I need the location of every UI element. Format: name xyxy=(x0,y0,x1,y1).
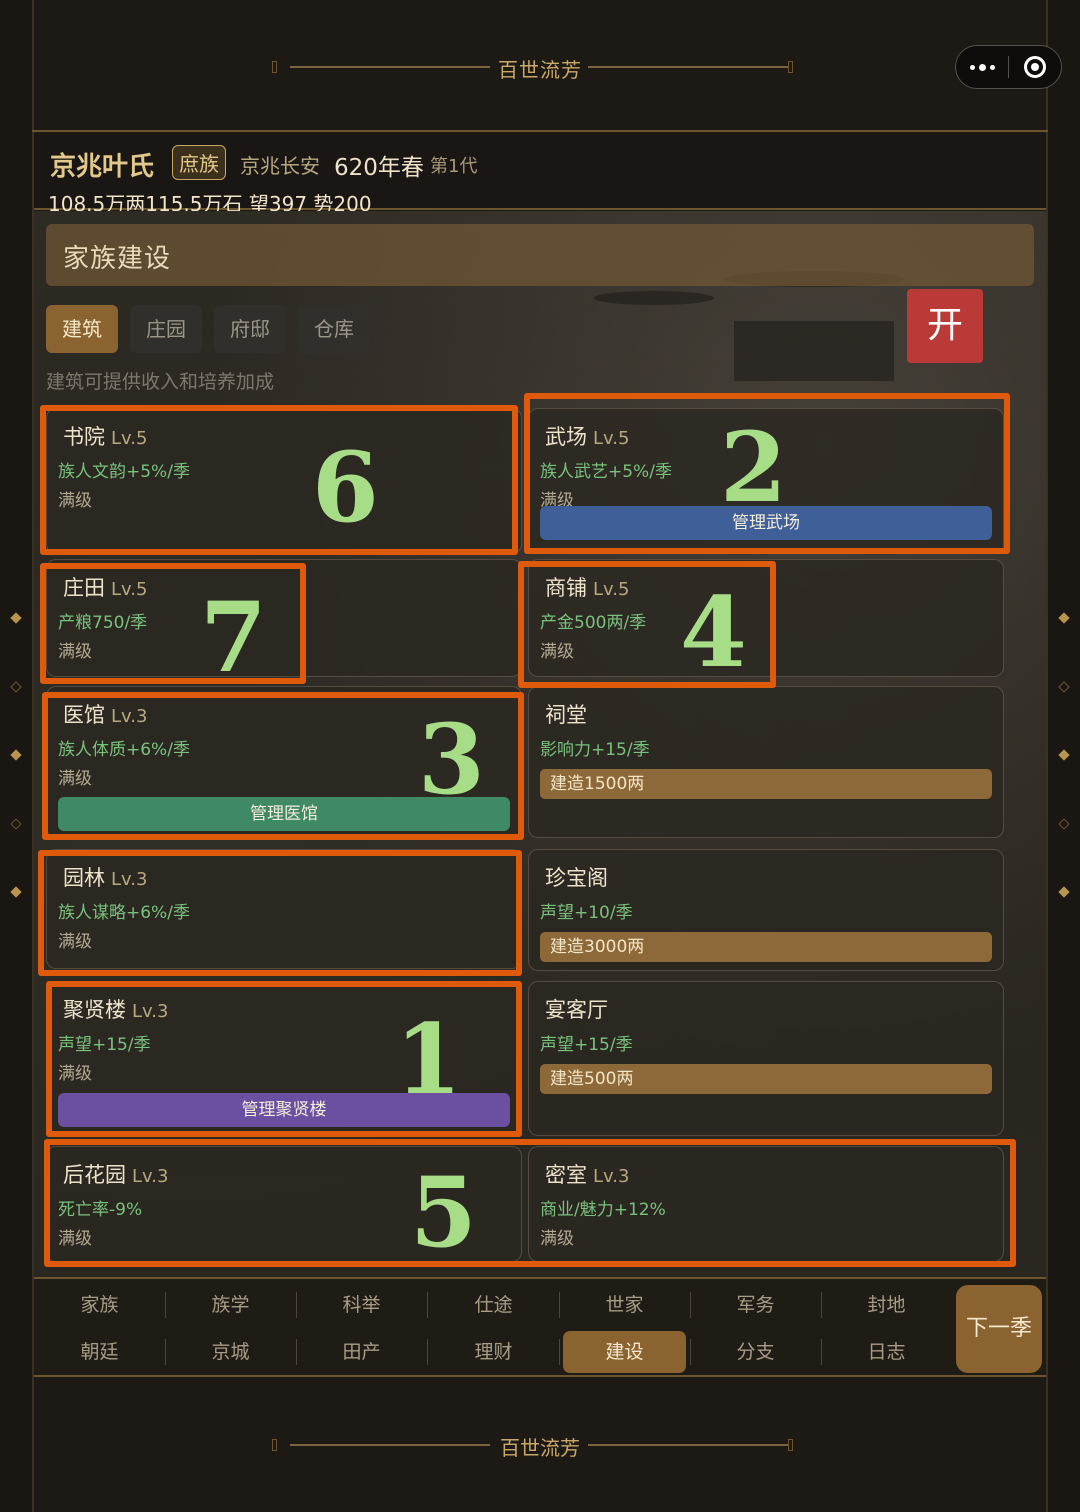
nav-separator xyxy=(427,1292,428,1318)
bottom-nav: 家族 族学 科举 仕途 世家 军务 封地 朝廷 京城 田产 理财 建设 分支 日… xyxy=(34,1277,1046,1377)
title-rule-right xyxy=(588,66,788,68)
nav-capital[interactable]: 京城 xyxy=(169,1331,292,1373)
build-banquet-hall-button[interactable]: 建造500两 xyxy=(540,1064,992,1094)
annotation-number: 6 xyxy=(312,431,379,544)
nav-separator xyxy=(821,1292,822,1318)
bg-pagoda-body xyxy=(734,321,894,381)
side-ornament xyxy=(1058,818,1070,830)
title-ornament-right xyxy=(788,61,793,73)
side-ornament xyxy=(1058,886,1070,898)
section-title: 家族建设 xyxy=(63,244,172,274)
nav-construction[interactable]: 建设 xyxy=(563,1331,686,1373)
section-hint: 建筑可提供收入和培养加成 xyxy=(46,371,275,393)
next-season-button[interactable]: 下一季 xyxy=(956,1285,1042,1373)
nav-military[interactable]: 军务 xyxy=(694,1284,817,1326)
family-header: 京兆叶氏 庶族 京兆长安 620年春 第1代 108.5万两115.5万石 望3… xyxy=(34,134,1046,216)
annotation-number: 3 xyxy=(418,703,485,816)
close-target-icon[interactable] xyxy=(1009,45,1061,89)
annotation-box xyxy=(38,850,522,976)
side-ornament xyxy=(10,886,22,898)
tab-warehouse[interactable]: 仓库 xyxy=(298,305,370,353)
side-ornament xyxy=(1058,612,1070,624)
annotation-number: 7 xyxy=(200,581,267,694)
nav-finance[interactable]: 理财 xyxy=(432,1331,555,1373)
building-card-treasure-pavilion: 珍宝阁 声望+10/季 建造3000两 xyxy=(528,849,1004,971)
side-ornament xyxy=(1058,681,1070,693)
nav-separator xyxy=(690,1339,691,1365)
nav-log[interactable]: 日志 xyxy=(825,1331,948,1373)
annotation-box xyxy=(40,405,518,555)
annotation-number: 4 xyxy=(680,576,747,689)
nav-imperial-exam[interactable]: 科举 xyxy=(300,1284,423,1326)
generation-label: 第1代 xyxy=(430,156,478,177)
bg-pagoda-roof xyxy=(594,291,714,305)
side-ornament xyxy=(10,681,22,693)
build-ancestral-hall-button[interactable]: 建造1500两 xyxy=(540,769,992,799)
building-name: 宴客厅 xyxy=(545,998,608,1022)
annotation-number: 1 xyxy=(395,1003,462,1116)
building-card-banquet-hall: 宴客厅 声望+15/季 建造500两 xyxy=(528,981,1004,1136)
nav-noble-families[interactable]: 世家 xyxy=(563,1284,686,1326)
building-effect: 声望+15/季 xyxy=(540,1035,633,1055)
nav-separator xyxy=(296,1339,297,1365)
more-menu-icon[interactable] xyxy=(956,45,1008,89)
annotation-box xyxy=(44,1139,1016,1267)
footer-title: 百世流芳 xyxy=(500,1436,580,1460)
nav-fief[interactable]: 封地 xyxy=(825,1284,948,1326)
open-button[interactable]: 开 xyxy=(907,289,983,363)
nav-family[interactable]: 家族 xyxy=(38,1284,161,1326)
tab-manor[interactable]: 庄园 xyxy=(130,305,202,353)
nav-separator xyxy=(821,1339,822,1365)
tab-mansion[interactable]: 府邸 xyxy=(214,305,286,353)
building-effect: 声望+10/季 xyxy=(540,903,633,923)
nav-separator xyxy=(427,1339,428,1365)
nav-separator xyxy=(165,1292,166,1318)
side-ornament xyxy=(10,749,22,761)
building-name: 祠堂 xyxy=(545,703,587,727)
footer-rule-right xyxy=(588,1444,788,1446)
miniprogram-capsule xyxy=(955,45,1062,89)
family-name: 京兆叶氏 xyxy=(50,152,155,182)
nav-estates[interactable]: 田产 xyxy=(300,1331,423,1373)
side-ornament xyxy=(1058,749,1070,761)
building-effect: 影响力+15/季 xyxy=(540,740,650,760)
footer-ornament-right xyxy=(788,1439,793,1451)
nav-separator xyxy=(165,1339,166,1365)
nav-branches[interactable]: 分支 xyxy=(694,1331,817,1373)
annotation-number: 5 xyxy=(410,1156,477,1269)
build-treasure-pavilion-button[interactable]: 建造3000两 xyxy=(540,932,992,962)
annotation-number: 2 xyxy=(720,411,787,524)
building-card-ancestral-hall: 祠堂 影响力+15/季 建造1500两 xyxy=(528,686,1004,838)
nav-separator xyxy=(559,1339,560,1365)
nav-separator xyxy=(559,1292,560,1318)
nav-separator xyxy=(690,1292,691,1318)
date-label: 620年春 xyxy=(334,155,424,181)
top-nav-bar: 百世流芳 xyxy=(32,0,1048,132)
nav-career[interactable]: 仕途 xyxy=(432,1284,555,1326)
tab-buildings[interactable]: 建筑 xyxy=(46,305,118,353)
location-label: 京兆长安 xyxy=(240,154,320,178)
building-name: 珍宝阁 xyxy=(545,866,608,890)
nav-separator xyxy=(296,1292,297,1318)
nav-clan-school[interactable]: 族学 xyxy=(169,1284,292,1326)
app-title: 百世流芳 xyxy=(498,58,582,82)
nav-court[interactable]: 朝廷 xyxy=(38,1331,161,1373)
side-ornament xyxy=(10,818,22,830)
section-header: 家族建设 xyxy=(46,224,1034,286)
side-ornament xyxy=(10,612,22,624)
rank-badge: 庶族 xyxy=(172,145,226,180)
